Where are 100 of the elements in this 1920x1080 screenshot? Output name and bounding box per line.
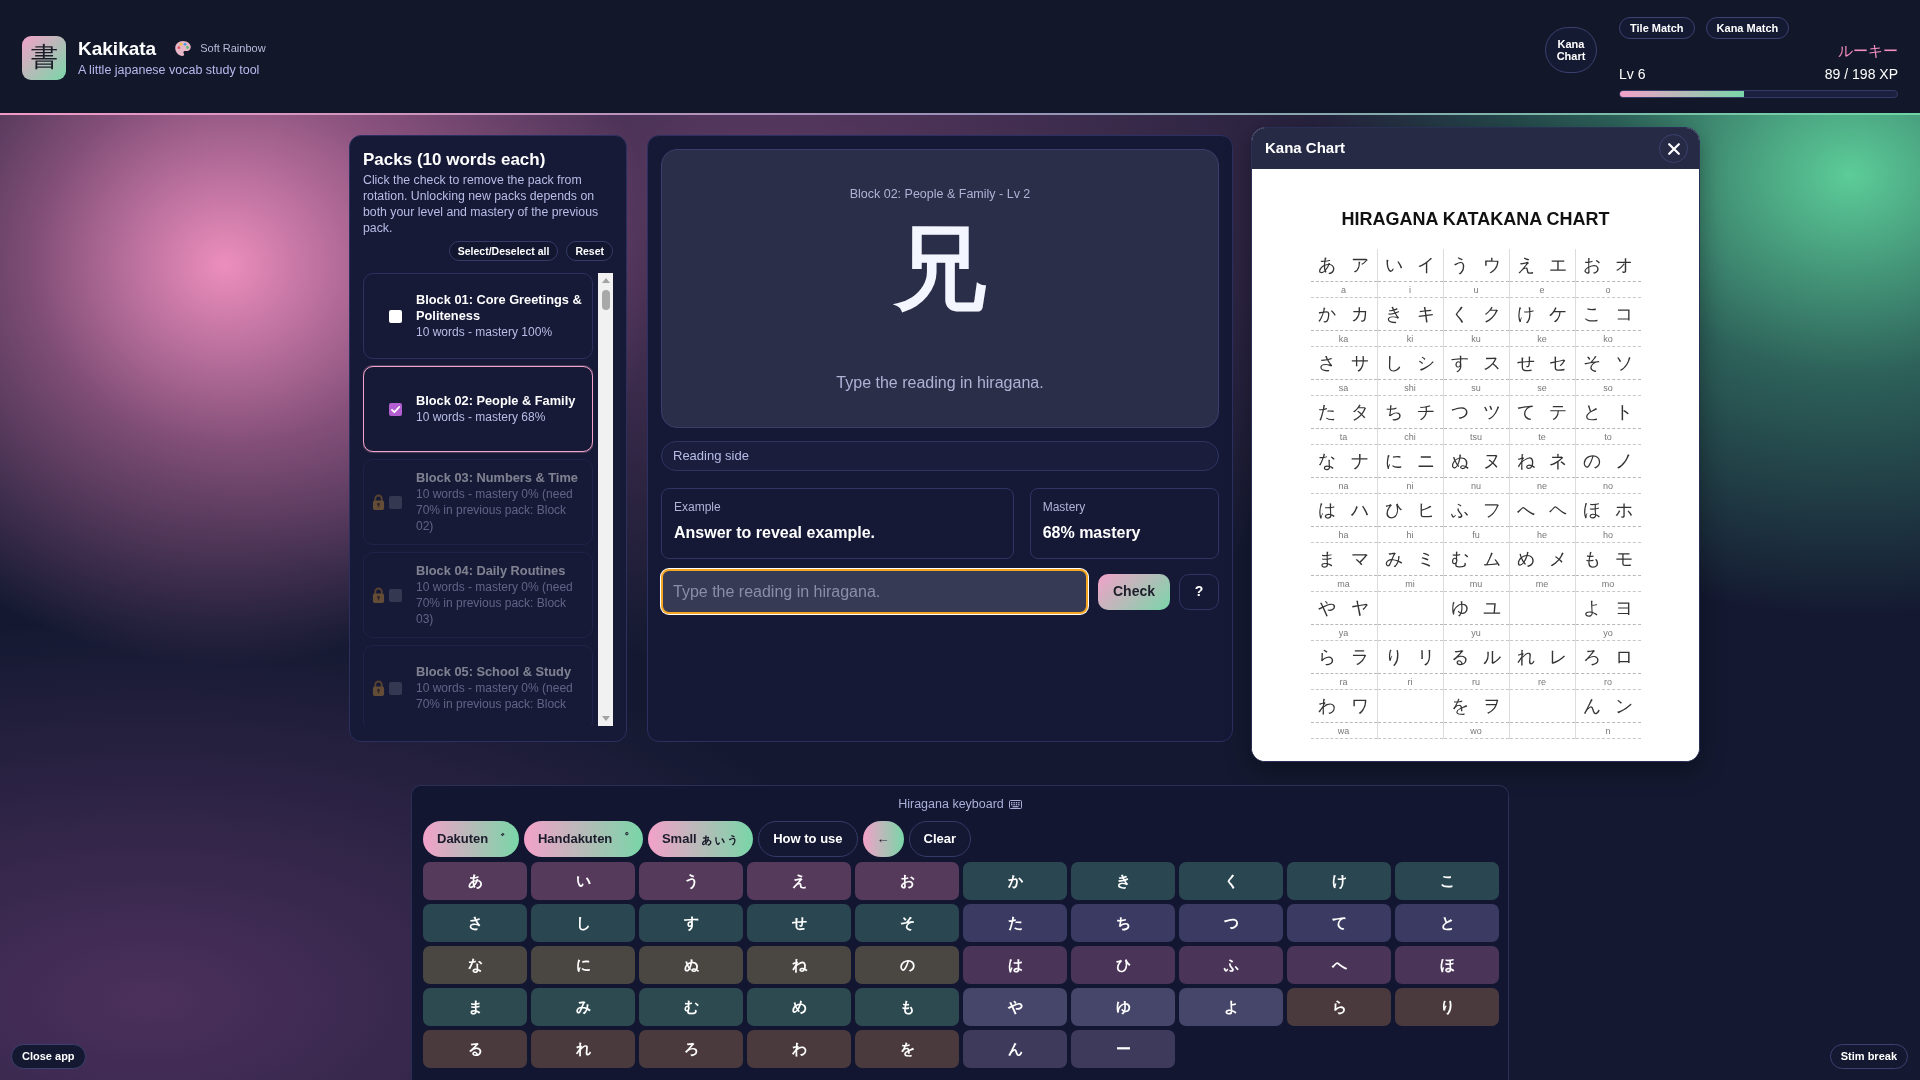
- romaji-label: he: [1537, 529, 1547, 540]
- key-button[interactable]: と: [1395, 904, 1499, 942]
- key-button[interactable]: る: [423, 1030, 527, 1068]
- pack-checkbox[interactable]: [389, 681, 402, 695]
- pack-checkbox[interactable]: [389, 495, 402, 509]
- key-button[interactable]: う: [639, 862, 743, 900]
- pack-item[interactable]: Block 05: School & Study 10 words - mastery 0% (need 70% in previous pack: Block: [363, 645, 593, 726]
- keyboard-control-button[interactable]: Dakuten ゛: [423, 821, 519, 857]
- pack-title: Block 02: People & Family: [416, 393, 577, 409]
- key-button[interactable]: か: [963, 862, 1067, 900]
- pack-detail: 10 words - mastery 0% (need 70% in previous pack: Block: [416, 680, 574, 712]
- scrollbar-thumb[interactable]: [601, 290, 610, 310]
- mode-button[interactable]: Kana Match: [1705, 17, 1790, 39]
- help-button[interactable]: ?: [1179, 573, 1219, 610]
- key-button[interactable]: り: [1395, 988, 1499, 1026]
- close-icon: [1667, 142, 1680, 155]
- keyboard-control-button[interactable]: Small ぁぃぅ: [647, 821, 754, 857]
- check-button[interactable]: Check: [1098, 573, 1170, 610]
- key-button[interactable]: し: [531, 904, 635, 942]
- katakana-char: ア: [1351, 253, 1369, 277]
- key-button[interactable]: に: [531, 946, 635, 984]
- key-button[interactable]: ち: [1071, 904, 1175, 942]
- mode-button[interactable]: Tile Match: [1619, 17, 1695, 39]
- romaji-label: ne: [1537, 480, 1547, 491]
- key-button[interactable]: き: [1071, 862, 1175, 900]
- hiragana-char: か: [1318, 302, 1336, 326]
- pack-item[interactable]: Block 02: People & Family 10 words - mastery 68%: [363, 366, 593, 452]
- key-button[interactable]: ぬ: [639, 946, 743, 984]
- key-button[interactable]: の: [855, 946, 959, 984]
- katakana-char: シ: [1417, 351, 1436, 375]
- romaji-label: mo: [1601, 578, 1615, 589]
- key-button[interactable]: ひ: [1071, 946, 1175, 984]
- answer-input[interactable]: Type the reading in hiragana.: [661, 569, 1088, 614]
- key-button[interactable]: い: [531, 862, 635, 900]
- pack-action-button[interactable]: Select/Deselect all: [448, 241, 559, 261]
- key-button[interactable]: お: [855, 862, 959, 900]
- pack-item[interactable]: Block 04: Daily Routines 10 words - mastery 0% (need 70% in previous pack: Block 03): [363, 552, 593, 638]
- key-button[interactable]: れ: [531, 1030, 635, 1068]
- pack-action-button[interactable]: Reset: [566, 241, 613, 261]
- pack-item[interactable]: Block 03: Numbers & Time 10 words - mastery 0% (need 70% in previous pack: Block 02): [363, 459, 593, 545]
- key-button[interactable]: ろ: [639, 1030, 743, 1068]
- key-button[interactable]: す: [639, 904, 743, 942]
- close-app-button[interactable]: Close app: [11, 1044, 86, 1069]
- katakana-char: エ: [1549, 253, 1568, 277]
- key-button[interactable]: せ: [747, 904, 851, 942]
- key-button[interactable]: も: [855, 988, 959, 1026]
- key-button[interactable]: ま: [423, 988, 527, 1026]
- katakana-char: ニ: [1417, 449, 1436, 473]
- key-button[interactable]: え: [747, 862, 851, 900]
- key-button[interactable]: を: [855, 1030, 959, 1068]
- key-button[interactable]: け: [1287, 862, 1391, 900]
- key-button[interactable]: へ: [1287, 946, 1391, 984]
- katakana-char: ネ: [1549, 449, 1568, 473]
- romaji-label: e: [1539, 284, 1545, 295]
- key-button[interactable]: な: [423, 946, 527, 984]
- key-button[interactable]: よ: [1179, 988, 1283, 1026]
- scroll-down-icon: [601, 716, 610, 721]
- key-button[interactable]: や: [963, 988, 1067, 1026]
- key-button[interactable]: そ: [855, 904, 959, 942]
- key-button[interactable]: は: [963, 946, 1067, 984]
- scrollbar[interactable]: [598, 273, 613, 726]
- key-button[interactable]: こ: [1395, 862, 1499, 900]
- key-button[interactable]: あ: [423, 862, 527, 900]
- key-button[interactable]: わ: [747, 1030, 851, 1068]
- key-button[interactable]: つ: [1179, 904, 1283, 942]
- key-button[interactable]: ふ: [1179, 946, 1283, 984]
- key-button[interactable]: む: [639, 988, 743, 1026]
- pack-item[interactable]: Block 01: Core Greetings & Politeness 10 words - mastery 100%: [363, 273, 593, 359]
- romaji-label: to: [1604, 431, 1612, 442]
- key-button[interactable]: ほ: [1395, 946, 1499, 984]
- pack-checkbox[interactable]: [389, 588, 402, 602]
- hiragana-char: け: [1516, 302, 1535, 326]
- katakana-char: ハ: [1351, 498, 1369, 522]
- hiragana-char: ほ: [1582, 498, 1601, 522]
- romaji-label: yu: [1471, 627, 1481, 638]
- kana-chart-button[interactable]: Kana Chart: [1545, 27, 1597, 73]
- hiragana-char: ろ: [1582, 645, 1601, 669]
- key-button[interactable]: め: [747, 988, 851, 1026]
- key-button[interactable]: て: [1287, 904, 1391, 942]
- pack-checkbox[interactable]: [389, 309, 402, 323]
- romaji-label: yo: [1603, 627, 1613, 638]
- key-button[interactable]: ね: [747, 946, 851, 984]
- hiragana-char: へ: [1516, 498, 1535, 522]
- key-button[interactable]: み: [531, 988, 635, 1026]
- stim-break-button[interactable]: Stim break: [1829, 1044, 1908, 1069]
- pack-checkbox[interactable]: [389, 402, 402, 416]
- key-button[interactable]: ん: [963, 1030, 1067, 1068]
- key-button[interactable]: ら: [1287, 988, 1391, 1026]
- key-button[interactable]: く: [1179, 862, 1283, 900]
- key-button[interactable]: た: [963, 904, 1067, 942]
- keyboard-control-button[interactable]: How to use: [758, 821, 858, 857]
- romaji-label: ke: [1537, 333, 1547, 344]
- hiragana-char: ひ: [1384, 498, 1403, 522]
- key-button[interactable]: ゆ: [1071, 988, 1175, 1026]
- keyboard-control-button[interactable]: Clear: [908, 821, 972, 857]
- keyboard-control-button[interactable]: ←: [862, 821, 904, 857]
- card-prompt: Type the reading in hiragana.: [836, 373, 1044, 393]
- key-button[interactable]: さ: [423, 904, 527, 942]
- key-button[interactable]: ー: [1071, 1030, 1175, 1068]
- keyboard-control-button[interactable]: Handakuten ゜: [523, 821, 643, 857]
